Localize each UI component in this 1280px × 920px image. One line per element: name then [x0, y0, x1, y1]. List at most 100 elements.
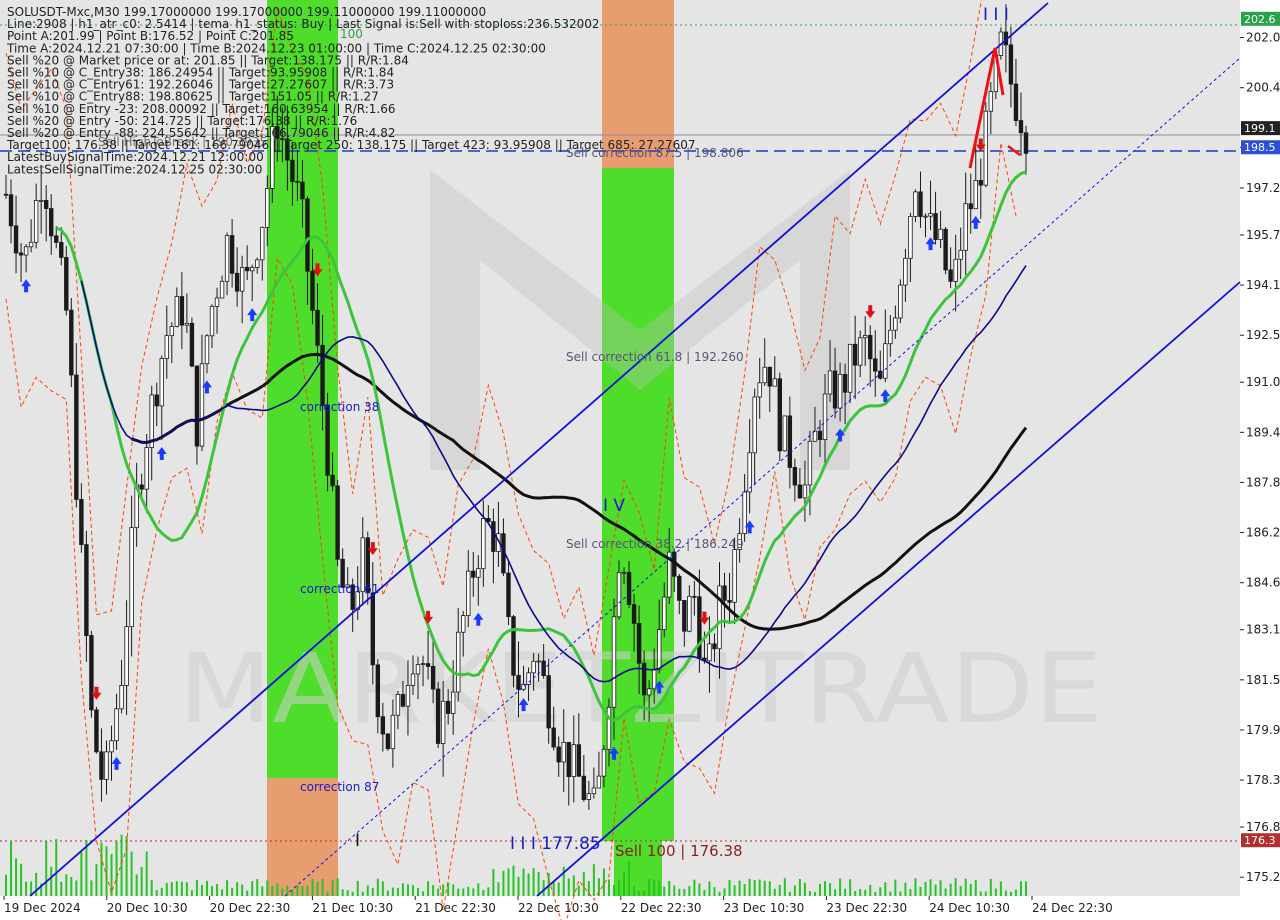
candle-body	[94, 709, 99, 753]
volume-bar	[180, 881, 183, 896]
time-tick-label: 23 Dec 22:30	[826, 901, 907, 915]
candle-body	[772, 378, 777, 387]
volume-bar	[226, 880, 229, 896]
candle-body	[682, 600, 687, 632]
volume-bar	[884, 882, 887, 896]
candle-body	[255, 259, 260, 268]
candle-body	[64, 257, 69, 311]
candle-body	[144, 447, 149, 490]
volume-bar	[326, 891, 329, 896]
volume-bar	[190, 890, 193, 896]
volume-bar	[663, 886, 666, 896]
volume-bar	[1009, 891, 1012, 896]
candle-body	[466, 570, 471, 616]
volume-bar	[537, 872, 540, 896]
volume-bar	[125, 836, 128, 896]
candle-body	[239, 266, 245, 292]
volume-bar	[376, 878, 379, 896]
candle-body	[631, 604, 637, 624]
candle-body	[395, 694, 401, 716]
volume-bar	[859, 888, 862, 896]
candle-body	[38, 199, 44, 202]
candle-body	[385, 733, 391, 750]
candle-body	[295, 181, 300, 183]
candle-body	[8, 194, 14, 227]
volume-bar	[703, 890, 706, 896]
candle-body	[978, 180, 983, 186]
volume-bar	[874, 891, 877, 896]
candle-body	[757, 382, 762, 398]
candle-body	[476, 568, 481, 578]
volume-bar	[829, 883, 832, 896]
price-tick-label: 187.8	[1246, 475, 1280, 489]
candle-body	[611, 616, 617, 708]
volume-bar	[371, 887, 374, 896]
candle-body	[3, 193, 9, 196]
volume-bar	[793, 885, 796, 896]
candle-body	[13, 225, 19, 254]
volume-bar	[492, 868, 495, 896]
volume-bar	[1019, 881, 1022, 896]
candle-body	[777, 378, 782, 452]
volume-bar	[889, 891, 892, 896]
candle-body	[74, 374, 79, 500]
candle-body	[983, 110, 989, 186]
volume-bar	[261, 886, 264, 896]
candle-body	[797, 484, 803, 499]
volume-bar	[100, 842, 103, 896]
candle-body	[687, 595, 692, 632]
volume-bar	[462, 888, 465, 896]
candle-body	[425, 663, 431, 667]
volume-bar	[633, 885, 636, 896]
candle-body	[1018, 120, 1024, 134]
volume-bar	[472, 888, 475, 896]
candle-body	[445, 700, 451, 714]
price-chart[interactable]: MARKETZITRADE SOLUSDT-Mxc,M30 199.170000…	[0, 0, 1280, 920]
volume-bar	[964, 878, 967, 896]
volume-bar	[557, 882, 560, 896]
volume-bar	[155, 890, 158, 896]
time-tick-label: 21 Dec 22:30	[415, 901, 496, 915]
volume-bar	[90, 880, 93, 896]
candle-body	[636, 622, 642, 664]
volume-bar	[803, 882, 806, 896]
candle-body	[928, 213, 933, 217]
annotation-correction-61: correction 61	[300, 582, 379, 596]
candle-body	[194, 365, 200, 447]
volume-bar	[105, 846, 108, 896]
volume-bar	[879, 887, 882, 896]
candle-body	[516, 674, 521, 690]
candle-body	[290, 159, 295, 182]
volume-bar	[50, 866, 53, 896]
volume-bar	[216, 884, 219, 896]
candle-body	[456, 631, 461, 693]
volume-bar	[70, 877, 73, 896]
volume-bar	[658, 880, 661, 896]
volume-bar	[246, 890, 249, 896]
volume-bar	[864, 889, 867, 896]
volume-bar	[140, 866, 143, 896]
candle-body	[430, 665, 436, 690]
candle-body	[375, 664, 381, 718]
volume-bar	[175, 881, 178, 896]
volume-bar	[899, 891, 902, 896]
time-tick-label: 23 Dec 10:30	[724, 901, 805, 915]
candle-body	[717, 585, 722, 650]
volume-bar	[592, 864, 595, 896]
volume-bar	[894, 879, 897, 896]
candle-body	[832, 370, 838, 409]
candle-body	[129, 527, 134, 628]
candle-body	[948, 269, 953, 282]
volume-bar	[391, 887, 394, 896]
candle-body	[586, 793, 592, 800]
candle-body	[581, 775, 587, 800]
candle-body	[662, 596, 667, 631]
volume-bar	[95, 864, 98, 896]
volume-bar	[25, 881, 28, 896]
volume-bar	[628, 861, 631, 896]
candle-body	[390, 714, 396, 750]
volume-bar	[271, 886, 274, 896]
volume-bar	[849, 879, 852, 896]
candle-body	[923, 215, 928, 218]
candle-body	[79, 499, 84, 545]
